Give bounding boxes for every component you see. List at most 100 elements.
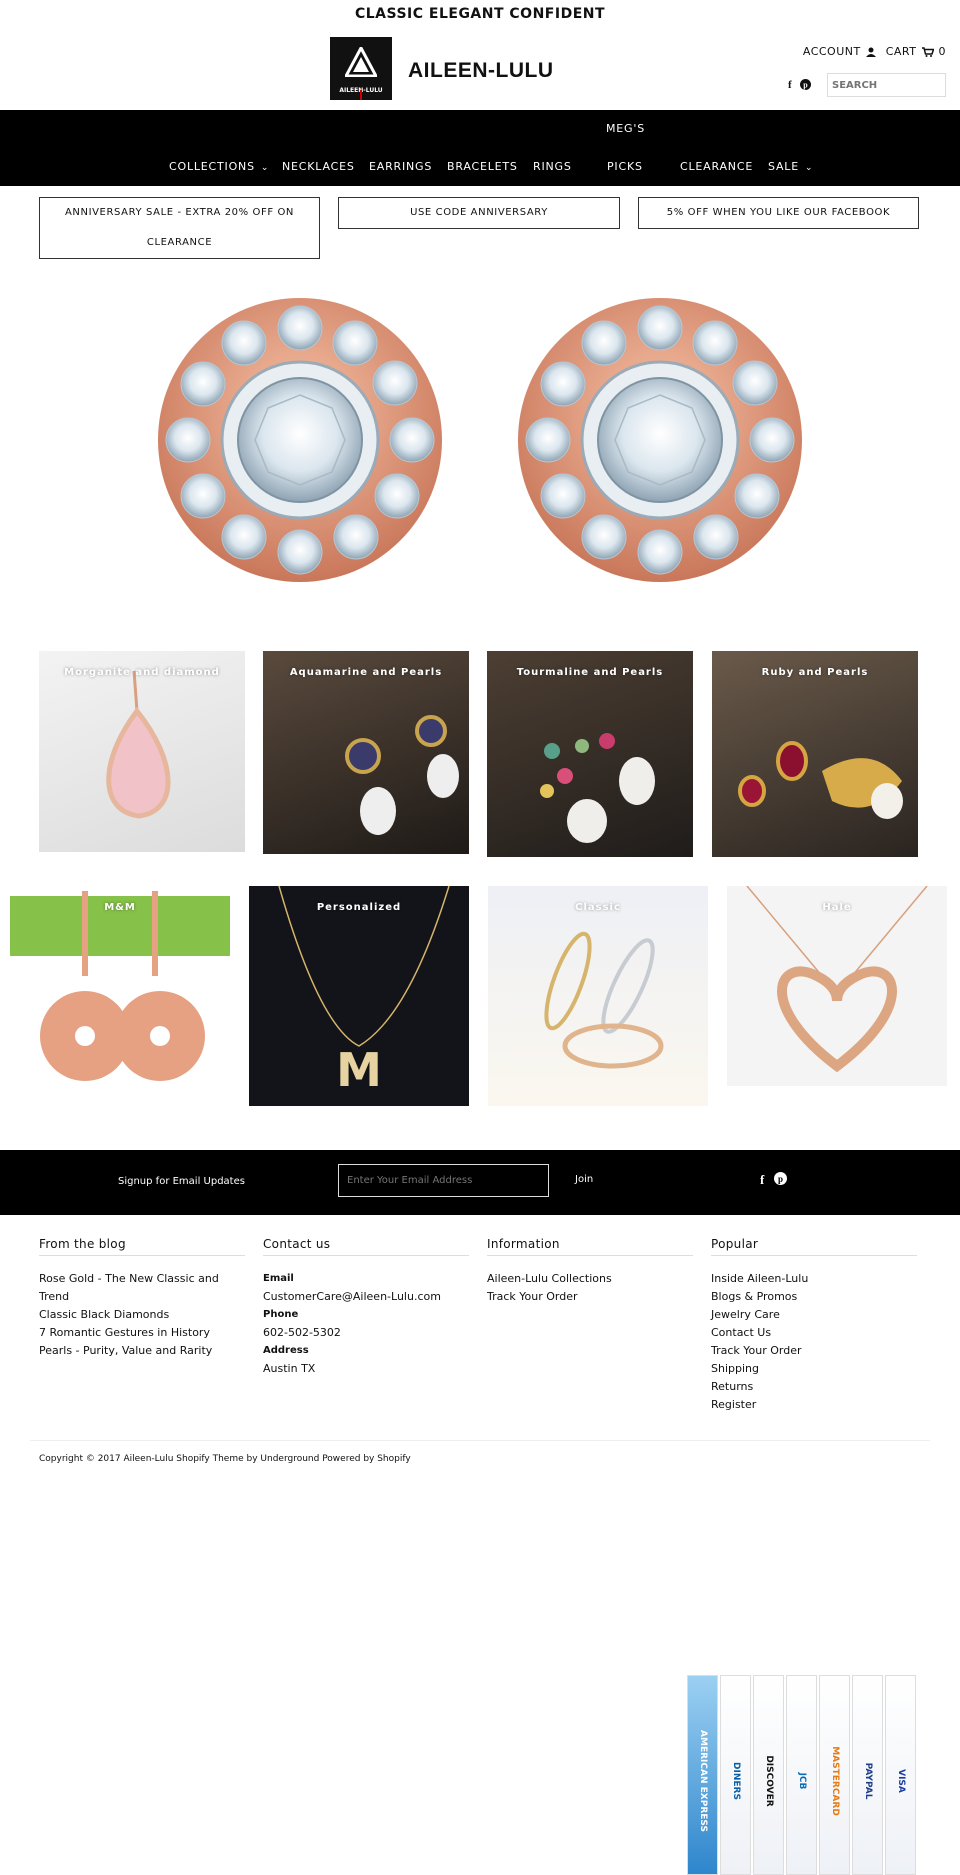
nav-label: COLLECTIONS — [169, 160, 255, 173]
tile-label: Tourmaline and Pearls — [516, 667, 664, 678]
logo-accent — [360, 90, 362, 100]
facebook-icon[interactable]: f — [788, 79, 792, 91]
promo-line: CLEARANCE — [146, 237, 213, 248]
nav-collections[interactable]: COLLECTIONS ⌄ — [169, 160, 269, 173]
address-label: Address — [263, 1345, 309, 1356]
nav-bracelets[interactable]: BRACELETS — [447, 160, 518, 173]
collection-tile-ruby[interactable]: Ruby and Pearls — [712, 651, 918, 857]
blog-link[interactable]: Classic Black Diamonds — [39, 1306, 245, 1324]
collection-tile-aquamarine[interactable]: Aquamarine and Pearls — [263, 651, 469, 854]
pinterest-icon[interactable]: p — [774, 1172, 788, 1185]
promo-line: 5% OFF WHEN YOU LIKE OUR FACEBOOK — [666, 207, 891, 218]
collection-tile-personalized[interactable]: M Personalized — [249, 886, 469, 1106]
amex-icon: AMERICAN EXPRESS — [687, 1675, 718, 1875]
info-link[interactable]: Track Your Order — [487, 1288, 693, 1306]
popular-link[interactable]: Shipping — [711, 1360, 917, 1378]
chevron-down-icon: ⌄ — [260, 163, 270, 173]
account-link[interactable]: ACCOUNT — [803, 45, 876, 58]
footer-popular: Popular Inside Aileen-Lulu Blogs & Promo… — [711, 1237, 917, 1414]
email-value[interactable]: CustomerCare@Aileen-Lulu.com — [263, 1288, 469, 1306]
popular-link[interactable]: Inside Aileen-Lulu — [711, 1270, 917, 1288]
search-input[interactable] — [827, 73, 946, 97]
collection-tile-morganite[interactable]: Morganite and diamond — [39, 651, 245, 852]
earrings-image — [345, 715, 459, 835]
popular-link[interactable]: Jewelry Care — [711, 1306, 917, 1324]
mastercard-icon: MASTERCARD — [819, 1675, 850, 1875]
brand-name[interactable]: AILEEN-LULU — [408, 59, 554, 83]
newsletter-label: Signup for Email Updates — [118, 1176, 245, 1187]
logo-triangle-icon — [345, 47, 377, 77]
payment-label: JCB — [796, 1772, 807, 1790]
payment-label: PAYPAL — [862, 1762, 873, 1800]
blog-link[interactable]: Trend — [39, 1288, 245, 1306]
promo-facebook[interactable]: 5% OFF WHEN YOU LIKE OUR FACEBOOK — [638, 197, 919, 229]
tagline: CLASSIC ELEGANT CONFIDENT — [354, 6, 606, 22]
blog-link[interactable]: 7 Romantic Gestures in History — [39, 1324, 245, 1342]
hero-earrings-image[interactable] — [150, 270, 810, 610]
nav-sale[interactable]: SALE ⌄ — [768, 160, 813, 173]
popular-link[interactable]: Contact Us — [711, 1324, 917, 1342]
user-icon — [865, 47, 876, 57]
footer-blog: From the blog Rose Gold - The New Classi… — [39, 1237, 245, 1360]
nav-necklaces[interactable]: NECKLACES — [282, 160, 355, 173]
blog-link[interactable]: Pearls - Purity, Value and Rarity — [39, 1342, 245, 1360]
nav-megs[interactable]: MEG'S — [606, 122, 645, 135]
pinterest-icon[interactable]: p — [799, 79, 811, 90]
popular-link[interactable]: Track Your Order — [711, 1342, 917, 1360]
blog-link[interactable]: Rose Gold - The New Classic and — [39, 1270, 245, 1288]
footer-contact: Contact us Email CustomerCare@Aileen-Lul… — [263, 1237, 469, 1378]
pendant-image — [106, 670, 171, 819]
footer-divider — [30, 1440, 930, 1441]
footer-heading: Information — [487, 1237, 693, 1256]
promo-anniversary[interactable]: ANNIVERSARY SALE - EXTRA 20% OFF ON CLEA… — [39, 197, 320, 259]
svg-text:p: p — [803, 81, 808, 90]
tile-label: Personalized — [316, 902, 402, 913]
visa-icon: VISA — [885, 1675, 916, 1875]
tile-label: Hale — [822, 902, 852, 913]
popular-link[interactable]: Register — [711, 1396, 917, 1414]
heart-pendant-image — [746, 886, 928, 1073]
top-links: ACCOUNT CART 0 — [803, 45, 946, 58]
phone-value: 602-502-5302 — [263, 1326, 341, 1339]
collection-tile-tourmaline[interactable]: Tourmaline and Pearls — [487, 651, 693, 857]
nav-earrings[interactable]: EARRINGS — [369, 160, 432, 173]
collection-tile-hale[interactable]: Hale — [727, 886, 947, 1086]
collection-tile-mm[interactable]: M&M — [10, 886, 230, 1106]
promo-line: ANNIVERSARY SALE - EXTRA 20% OFF ON — [64, 207, 295, 218]
tile-label: Aquamarine and Pearls — [289, 667, 443, 678]
footer-information: Information Aileen-Lulu Collections Trac… — [487, 1237, 693, 1306]
necklace-image: M — [278, 886, 450, 1097]
diners-icon: DINERS — [720, 1675, 751, 1875]
jcb-icon: JCB — [786, 1675, 817, 1875]
phone-label: Phone — [263, 1309, 299, 1320]
footer-heading: Popular — [711, 1237, 917, 1256]
nav-rings[interactable]: RINGS — [533, 160, 572, 173]
tile-label: Ruby and Pearls — [761, 667, 869, 678]
earrings-image — [540, 733, 655, 843]
promo-code[interactable]: USE CODE ANNIVERSARY — [338, 197, 620, 229]
collection-tile-classic[interactable]: Classic — [488, 886, 708, 1106]
copyright: Copyright © 2017 Aileen-Lulu Shopify The… — [39, 1454, 411, 1464]
info-link[interactable]: Aileen-Lulu Collections — [487, 1270, 693, 1288]
cart-link[interactable]: CART 0 — [886, 45, 946, 58]
nav-picks[interactable]: PICKS — [607, 160, 643, 173]
email-label: Email — [263, 1273, 294, 1284]
promo-line: USE CODE ANNIVERSARY — [410, 207, 548, 218]
logo[interactable]: AILEEN-LULU — [330, 37, 392, 100]
cart-count: 0 — [938, 45, 946, 58]
email-input[interactable] — [338, 1164, 549, 1197]
popular-link[interactable]: Blogs & Promos — [711, 1288, 917, 1306]
join-button[interactable]: Join — [575, 1174, 593, 1185]
payment-label: AMERICAN EXPRESS — [697, 1730, 708, 1832]
svg-text:p: p — [778, 1174, 783, 1184]
facebook-icon[interactable]: f — [760, 1172, 764, 1188]
payment-label: DINERS — [730, 1762, 741, 1800]
newsletter-bar: Signup for Email Updates Join f p — [0, 1150, 960, 1215]
cart-icon — [921, 46, 934, 57]
footer-social: f p — [760, 1172, 788, 1188]
popular-link[interactable]: Returns — [711, 1378, 917, 1396]
account-label: ACCOUNT — [802, 45, 861, 58]
nav-clearance[interactable]: CLEARANCE — [680, 160, 753, 173]
rings-image — [544, 931, 664, 1069]
payment-label: DISCOVER — [763, 1755, 774, 1807]
